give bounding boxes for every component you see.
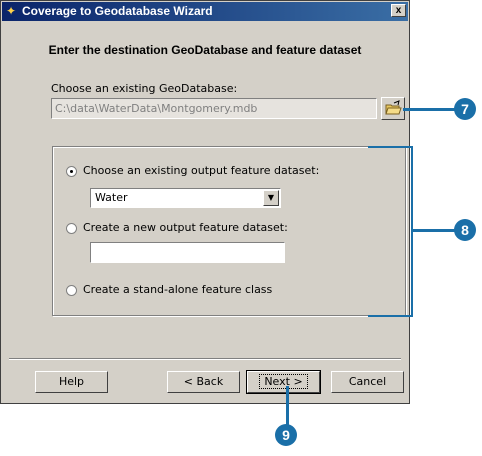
- radio-existing-dataset[interactable]: [66, 166, 77, 177]
- new-dataset-input[interactable]: [90, 242, 285, 263]
- existing-dataset-label: Choose an existing output feature datase…: [83, 164, 320, 177]
- title-bar[interactable]: ✦ Coverage to Geodatabase Wizard x: [2, 2, 408, 21]
- help-button[interactable]: Help: [35, 371, 108, 393]
- window-title: Coverage to Geodatabase Wizard: [22, 4, 213, 18]
- callout-9: 9: [275, 424, 297, 446]
- geodatabase-label: Choose an existing GeoDatabase:: [51, 82, 238, 95]
- callout-7: 7: [454, 98, 476, 120]
- open-folder-icon: [385, 100, 402, 115]
- radio-standalone-class[interactable]: [66, 285, 77, 296]
- close-button[interactable]: x: [391, 4, 406, 17]
- feature-dataset-select[interactable]: Water ▼: [90, 188, 281, 208]
- callout-8-bracket-bottom: [368, 315, 413, 317]
- cancel-button[interactable]: Cancel: [331, 371, 404, 393]
- close-icon: x: [395, 5, 402, 16]
- next-button-label: Next >: [259, 374, 308, 389]
- back-button[interactable]: < Back: [167, 371, 240, 393]
- geodatabase-path-field[interactable]: C:\data\WaterData\Montgomery.mdb: [51, 98, 377, 119]
- step-heading: Enter the destination GeoDatabase and fe…: [48, 43, 362, 57]
- browse-button[interactable]: [381, 97, 405, 120]
- feature-dataset-value: Water: [95, 191, 128, 204]
- wizard-dialog: ✦ Coverage to Geodatabase Wizard x Enter…: [0, 0, 410, 404]
- callout-8-leader: [411, 229, 456, 232]
- next-button[interactable]: Next >: [246, 370, 321, 394]
- callout-8: 8: [454, 219, 476, 241]
- dropdown-arrow-icon[interactable]: ▼: [263, 190, 279, 206]
- new-dataset-label: Create a new output feature dataset:: [83, 221, 288, 234]
- callout-8-bracket-top: [368, 146, 413, 148]
- callout-9-leader: [286, 386, 289, 426]
- callout-7-leader: [403, 108, 456, 111]
- standalone-class-label: Create a stand-alone feature class: [83, 283, 273, 296]
- radio-new-dataset[interactable]: [66, 223, 77, 234]
- wizard-icon: ✦: [6, 4, 17, 18]
- button-separator: [9, 358, 401, 360]
